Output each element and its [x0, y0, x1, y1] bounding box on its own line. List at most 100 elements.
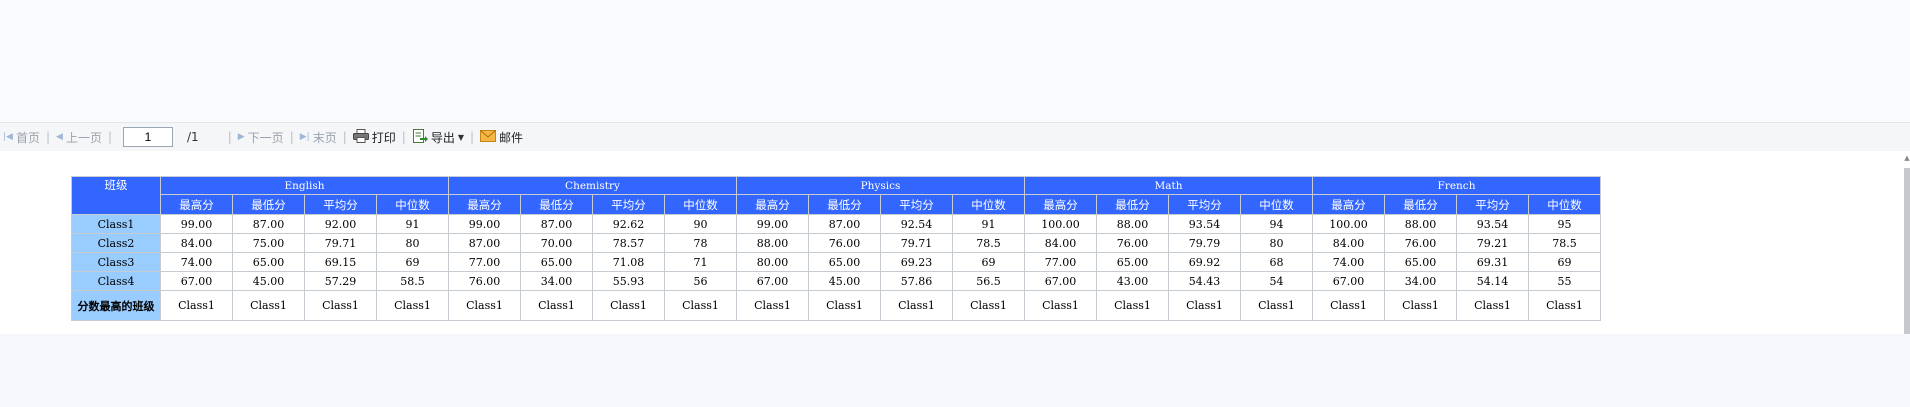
stat-header-cell: 最低分: [808, 194, 881, 215]
best-class-cell: Class1: [1312, 290, 1385, 321]
stat-header-cell: 平均分: [592, 194, 665, 215]
score-cell: 69.15: [304, 252, 377, 272]
score-cell: 78: [664, 233, 737, 253]
first-page-label: 首页: [15, 130, 40, 145]
best-class-cell: Class1: [1096, 290, 1169, 321]
score-cell: 56.5: [952, 271, 1025, 291]
stat-header-row: 最高分 最低分 平均分 中位数 最高分 最低分 平均分 中位数 最高分 最低分 平均分 中位数 最高分最…: [72, 194, 1601, 215]
printer-icon: [352, 128, 369, 146]
best-class-cell: Class1: [592, 290, 665, 321]
score-cell: 80: [376, 233, 449, 253]
stat-header-cell: 中位数: [664, 194, 737, 215]
best-class-cell: Class1: [1528, 290, 1601, 321]
score-cell: 54.14: [1456, 271, 1529, 291]
score-cell: 100.00: [1312, 214, 1385, 234]
score-cell: 78.57: [592, 233, 665, 253]
best-class-cell: Class1: [664, 290, 737, 321]
score-cell: 74.00: [160, 252, 233, 272]
score-cell: 57.29: [304, 271, 377, 291]
last-page-icon: ▶|: [299, 132, 310, 142]
prev-page-button[interactable]: ◀ 上一页: [53, 129, 105, 146]
score-cell: 74.00: [1312, 252, 1385, 272]
score-cell: 71.08: [592, 252, 665, 272]
score-cell: 57.86: [880, 271, 953, 291]
best-class-cell: Class1: [232, 290, 305, 321]
stat-header-cell: 最高分: [160, 194, 233, 215]
score-cell: 79.21: [1456, 233, 1529, 253]
stat-header-cell: 最低分: [1384, 194, 1457, 215]
score-cell: 91: [376, 214, 449, 234]
stat-header-cell: 平均分: [880, 194, 953, 215]
score-cell: 92.54: [880, 214, 953, 234]
score-cell: 67.00: [1312, 271, 1385, 291]
mail-button[interactable]: 邮件: [477, 129, 526, 146]
best-class-cell: Class1: [304, 290, 377, 321]
scroll-up-icon[interactable]: ▲: [1904, 154, 1910, 162]
stat-header-cell: 最高分: [1024, 194, 1097, 215]
score-cell: 43.00: [1096, 271, 1169, 291]
score-cell: 84.00: [1024, 233, 1097, 253]
score-report-table: 班级 English Chemistry Physics Math French…: [71, 176, 1601, 321]
score-cell: 69.31: [1456, 252, 1529, 272]
mail-label: 邮件: [499, 130, 524, 145]
first-page-icon: |◀: [3, 132, 13, 142]
best-class-cell: Class1: [160, 290, 233, 321]
export-button[interactable]: 导出 ▼: [409, 128, 467, 147]
score-cell: 65.00: [1384, 252, 1457, 272]
subject-header-physics: Physics: [736, 176, 1025, 195]
toolbar-separator: |: [227, 130, 232, 144]
score-cell: 91: [952, 214, 1025, 234]
toolbar-separator: |: [401, 130, 406, 144]
export-icon: [412, 128, 428, 147]
table-row: Class4 67.00 45.00 57.29 58.5 76.00 34.00 55.93…: [71, 271, 1601, 291]
table-row: Class1 99.00 87.00 92.00 91 99.00 87.00 92.62 90…: [71, 214, 1601, 234]
score-cell: 55.93: [592, 271, 665, 291]
score-cell: 56: [664, 271, 737, 291]
last-page-button[interactable]: ▶| 末页: [297, 129, 340, 146]
best-class-cell: Class1: [1456, 290, 1529, 321]
mail-icon: [480, 129, 497, 145]
score-cell: 80.00: [736, 252, 809, 272]
toolbar-separator: |: [342, 130, 347, 144]
toolbar-separator: |: [470, 130, 475, 144]
table-row: Class3 74.00 65.00 69.15 69 77.00 65.00 71.08 71…: [71, 252, 1601, 272]
best-class-cell: Class1: [1024, 290, 1097, 321]
score-cell: 92.62: [592, 214, 665, 234]
score-cell: 65.00: [232, 252, 305, 272]
row-header-class: Class3: [71, 252, 161, 272]
score-cell: 69.23: [880, 252, 953, 272]
best-class-cell: Class1: [952, 290, 1025, 321]
score-cell: 87.00: [808, 214, 881, 234]
score-cell: 99.00: [448, 214, 521, 234]
stat-header-cell: 最高分: [448, 194, 521, 215]
next-page-button[interactable]: ▶ 下一页: [235, 129, 287, 146]
score-cell: 65.00: [520, 252, 593, 272]
score-cell: 100.00: [1024, 214, 1097, 234]
row-header-class: Class4: [71, 271, 161, 291]
score-cell: 67.00: [160, 271, 233, 291]
scrollbar-thumb[interactable]: [1904, 168, 1910, 334]
stat-header-cell: 中位数: [952, 194, 1025, 215]
best-class-cell: Class1: [1168, 290, 1241, 321]
prev-page-icon: ◀: [56, 132, 63, 142]
best-class-cell: Class1: [736, 290, 809, 321]
toolbar-separator: |: [45, 130, 51, 144]
print-button[interactable]: 打印: [350, 128, 399, 146]
score-cell: 76.00: [1096, 233, 1169, 253]
score-cell: 77.00: [1024, 252, 1097, 272]
score-cell: 78.5: [1528, 233, 1601, 253]
page-number-input[interactable]: [123, 127, 174, 147]
best-class-cell: Class1: [880, 290, 953, 321]
score-cell: 69: [1528, 252, 1601, 272]
stat-header-cell: 最高分: [736, 194, 809, 215]
score-cell: 95: [1528, 214, 1601, 234]
score-cell: 87.00: [448, 233, 521, 253]
subject-header-english: English: [160, 176, 449, 195]
score-cell: 92.00: [304, 214, 377, 234]
first-page-button[interactable]: |◀ 首页: [0, 129, 43, 146]
top-blank-area: [0, 0, 1910, 122]
score-cell: 76.00: [1384, 233, 1457, 253]
score-cell: 70.00: [520, 233, 593, 253]
stat-header-cell: 中位数: [1240, 194, 1313, 215]
score-cell: 87.00: [520, 214, 593, 234]
